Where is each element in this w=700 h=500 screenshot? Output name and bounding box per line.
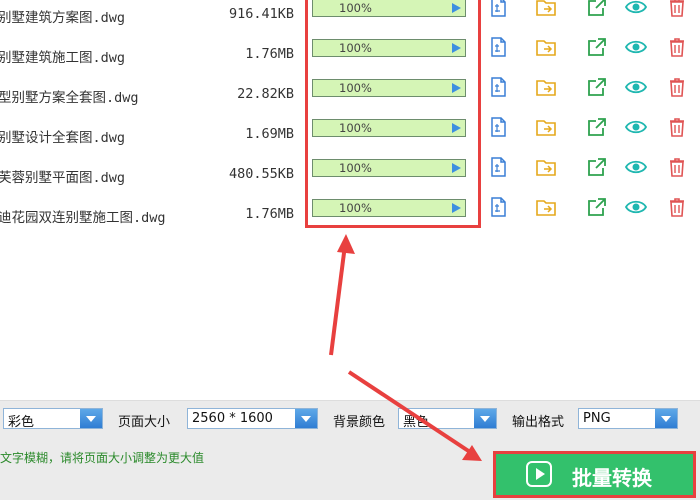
color-mode-select[interactable]: 彩色 [3,408,103,430]
eye-icon[interactable] [625,116,647,138]
document-icon[interactable] [487,156,509,178]
file-name: 别墅建筑方案图.dwg [0,10,126,26]
open-external-icon[interactable] [586,0,608,18]
file-list: 别墅建筑方案图.dwg 916.41KB 100% 别墅建筑施工图.dwg 1.… [0,0,700,400]
trash-icon[interactable] [666,0,688,18]
file-size: 1.69MB [245,126,294,142]
document-icon[interactable] [487,196,509,218]
file-size: 916.41KB [228,6,294,22]
trash-icon[interactable] [666,196,688,218]
color-mode-value: 彩色 [8,415,35,430]
batch-convert-button[interactable]: 批量转换 [493,451,696,498]
progress-highlight-box [305,0,481,228]
document-icon[interactable] [487,76,509,98]
open-external-icon[interactable] [586,76,608,98]
chevron-down-icon[interactable] [80,409,102,428]
trash-icon[interactable] [666,36,688,58]
output-format-label: 输出格式 [512,415,565,430]
file-name: 芙蓉别墅平面图.dwg [0,170,126,186]
open-external-icon[interactable] [586,116,608,138]
trash-icon[interactable] [666,76,688,98]
folder-icon[interactable] [535,0,557,18]
file-size: 1.76MB [245,206,294,222]
eye-icon[interactable] [625,76,647,98]
bottom-bar: 文字模糊，请将页面大小调整为更大值 批量转换 [0,437,700,500]
document-icon[interactable] [487,36,509,58]
eye-icon[interactable] [625,156,647,178]
file-size: 1.76MB [245,46,294,62]
document-icon[interactable] [487,116,509,138]
bg-color-select[interactable]: 黑色 [398,408,497,430]
batch-convert-label: 批量转换 [572,466,652,490]
open-external-icon[interactable] [586,196,608,218]
blur-hint: 文字模糊，请将页面大小调整为更大值 [0,451,205,465]
eye-icon[interactable] [625,0,647,18]
chevron-down-icon[interactable] [295,409,317,428]
open-external-icon[interactable] [586,156,608,178]
folder-icon[interactable] [535,156,557,178]
output-format-value: PNG [583,411,611,426]
bg-color-label: 背景颜色 [333,415,386,430]
page-size-value: 2560 * 1600 [192,411,273,426]
trash-icon[interactable] [666,156,688,178]
trash-icon[interactable] [666,116,688,138]
chevron-down-icon[interactable] [655,409,677,428]
play-icon [526,461,552,487]
open-external-icon[interactable] [586,36,608,58]
file-name: 迪花园双连别墅施工图.dwg [0,210,166,226]
file-name: 别墅设计全套图.dwg [0,130,126,146]
file-name: 型别墅方案全套图.dwg [0,90,139,106]
file-size: 480.55KB [228,166,294,182]
eye-icon[interactable] [625,36,647,58]
file-name: 别墅建筑施工图.dwg [0,50,126,66]
folder-icon[interactable] [535,116,557,138]
output-format-select[interactable]: PNG [578,408,678,429]
folder-icon[interactable] [535,76,557,98]
chevron-down-icon[interactable] [474,409,496,428]
file-size: 22.82KB [237,86,294,102]
folder-icon[interactable] [535,36,557,58]
settings-toolbar: 彩色 页面大小 2560 * 1600 背景颜色 黑色 输出格式 PNG [0,400,700,437]
page-size-label: 页面大小 [118,415,171,430]
folder-icon[interactable] [535,196,557,218]
page-size-select[interactable]: 2560 * 1600 [187,408,318,429]
eye-icon[interactable] [625,196,647,218]
document-icon[interactable] [487,0,509,18]
bg-color-value: 黑色 [403,415,430,430]
